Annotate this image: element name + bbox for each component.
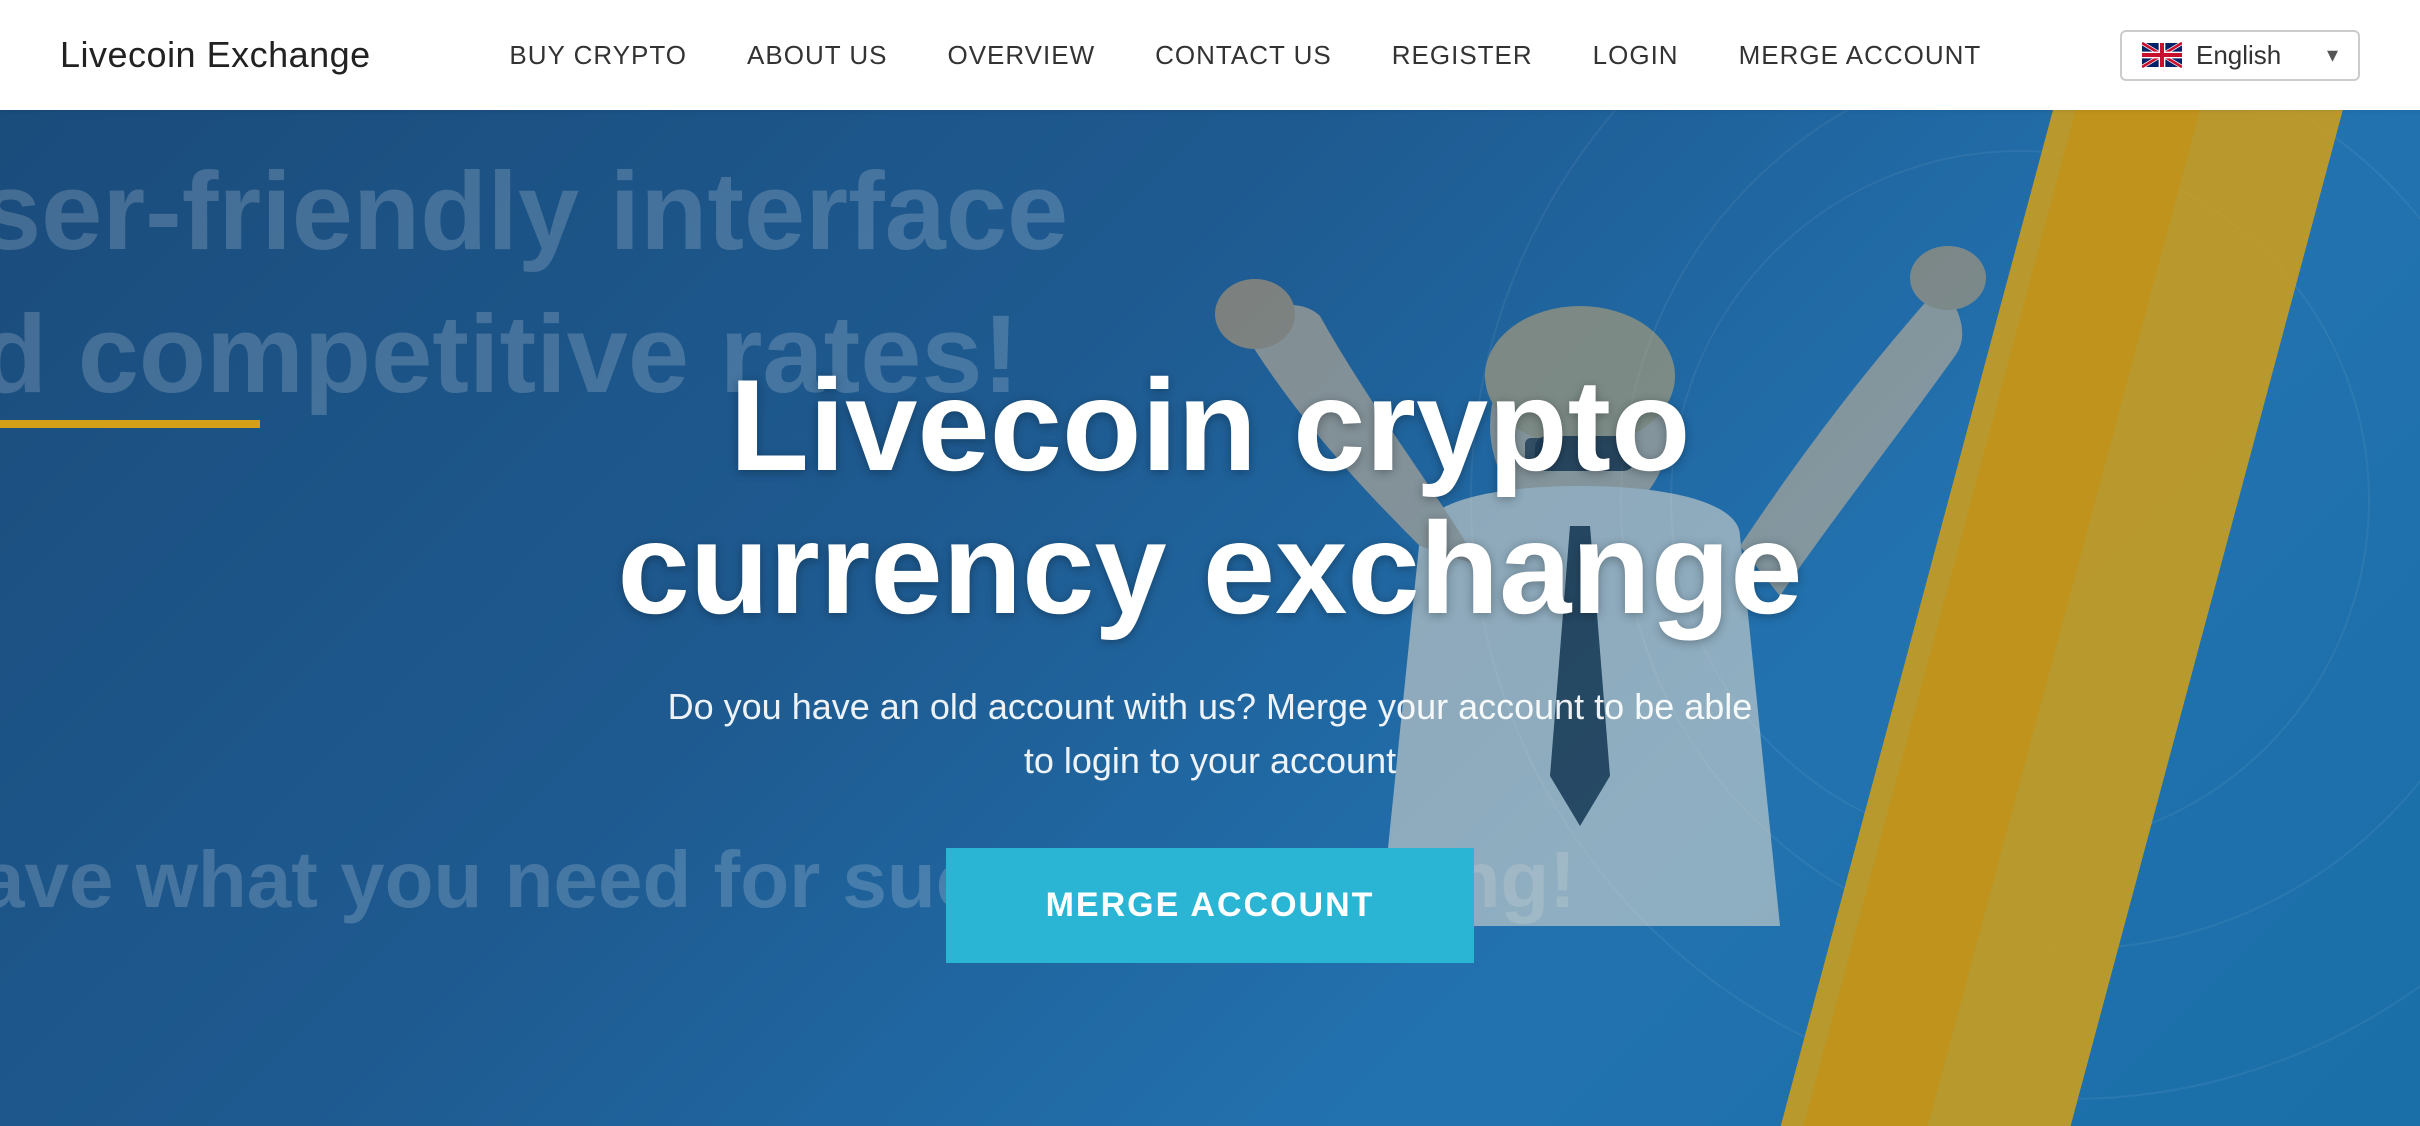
- hero-content: Livecoin crypto currency exchange Do you…: [557, 354, 1862, 963]
- language-selector[interactable]: English ▾: [2120, 30, 2360, 81]
- navbar: Livecoin Exchange BUY CRYPTO ABOUT US OV…: [0, 0, 2420, 110]
- hero-title: Livecoin crypto currency exchange: [617, 354, 1802, 640]
- nav-item-overview[interactable]: OVERVIEW: [947, 40, 1095, 71]
- nav-item-about-us[interactable]: ABOUT US: [747, 40, 887, 71]
- flag-icon: [2142, 42, 2182, 68]
- hero-title-line2: currency exchange: [617, 495, 1802, 641]
- brand-logo[interactable]: Livecoin Exchange: [60, 34, 371, 76]
- nav-menu: BUY CRYPTO ABOUT US OVERVIEW CONTACT US …: [509, 40, 1981, 71]
- nav-item-merge-account[interactable]: MERGE ACCOUNT: [1739, 40, 1982, 71]
- bg-text-line1: ser-friendly interface: [0, 140, 1068, 283]
- nav-item-login[interactable]: LOGIN: [1593, 40, 1679, 71]
- language-label: English: [2196, 40, 2281, 71]
- hero-title-line1: Livecoin crypto: [730, 352, 1691, 498]
- hero-section: ser-friendly interface d competitive rat…: [0, 0, 2420, 1126]
- hero-subtitle: Do you have an old account with us? Merg…: [660, 680, 1760, 788]
- chevron-down-icon: ▾: [2327, 42, 2338, 68]
- nav-item-buy-crypto[interactable]: BUY CRYPTO: [509, 40, 687, 71]
- nav-item-contact-us[interactable]: CONTACT US: [1155, 40, 1332, 71]
- gold-underline: [0, 420, 260, 428]
- nav-item-register[interactable]: REGISTER: [1392, 40, 1533, 71]
- merge-account-button[interactable]: MERGE ACCOUNT: [946, 848, 1475, 963]
